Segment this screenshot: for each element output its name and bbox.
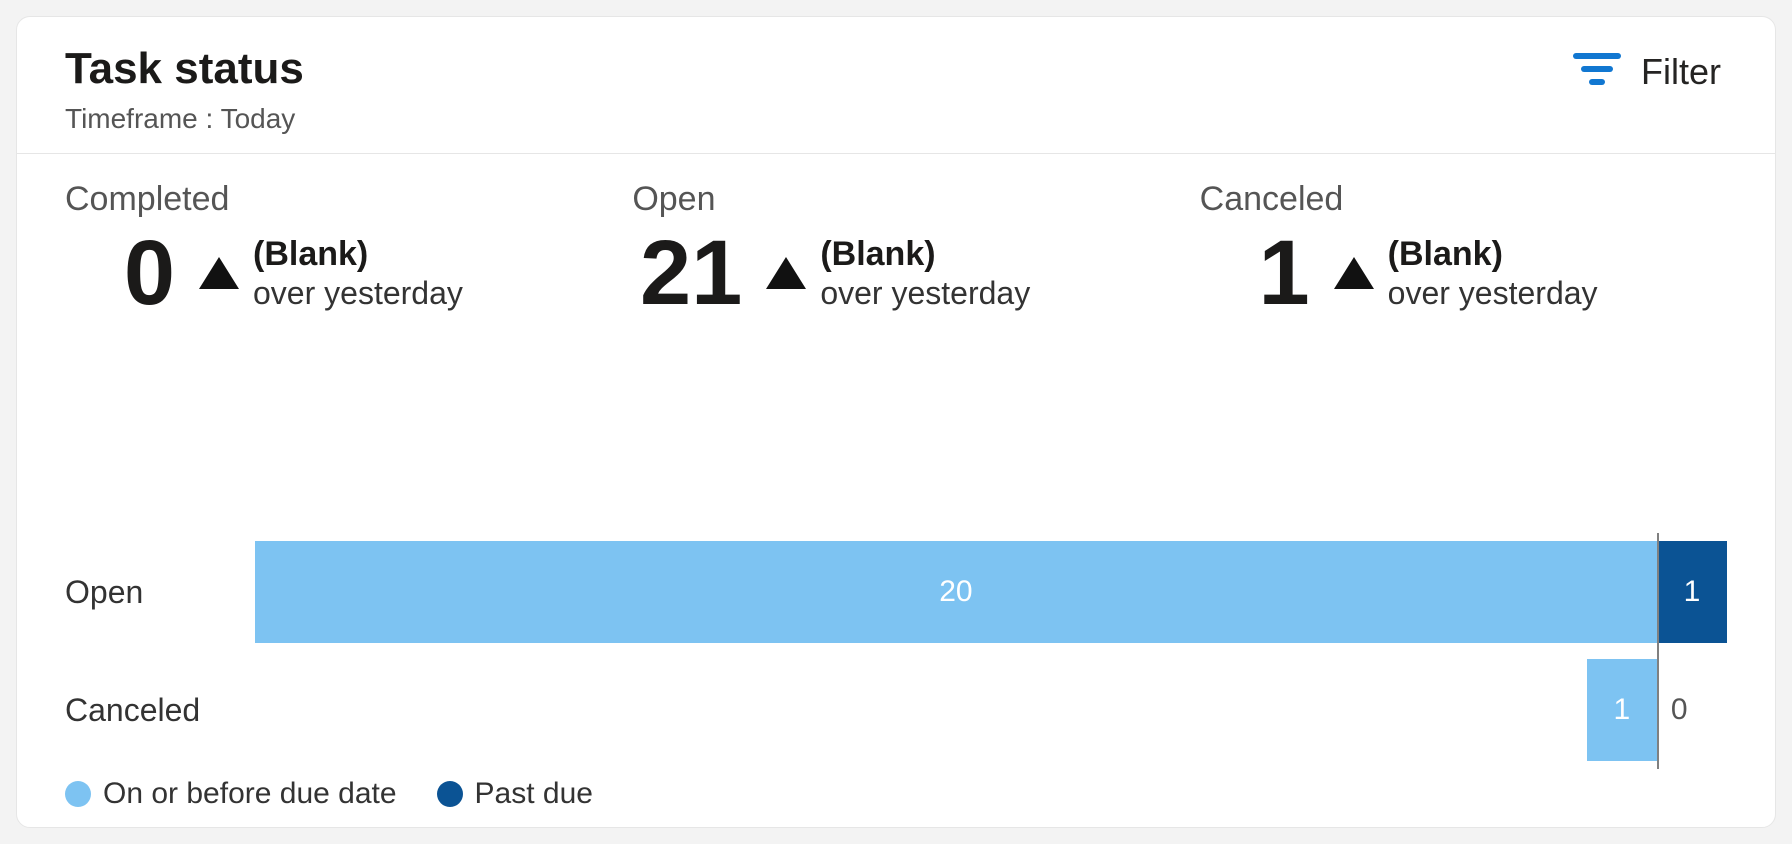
card-subtitle: Timeframe : Today — [65, 103, 304, 135]
kpi-delta: (Blank) over yesterday — [199, 235, 463, 311]
chart-axis-line — [1657, 651, 1659, 769]
bar-segment[interactable]: 20 — [255, 541, 1657, 643]
legend-label: On or before due date — [103, 777, 397, 811]
bar-segment[interactable]: 1 — [1657, 541, 1727, 643]
card-header: Task status Timeframe : Today Filter — [17, 17, 1775, 154]
card-title: Task status — [65, 45, 304, 93]
title-block: Task status Timeframe : Today — [65, 45, 304, 135]
kpi-label: Completed — [65, 180, 592, 219]
kpi-value: 0 — [65, 227, 175, 319]
filter-button[interactable]: Filter — [1565, 45, 1727, 98]
kpi-delta-value: (Blank) — [253, 235, 463, 274]
kpi-delta-value: (Blank) — [1388, 235, 1598, 274]
chart-bars: 10 — [255, 651, 1727, 769]
filter-label: Filter — [1641, 51, 1721, 93]
chart-category-label: Open — [65, 574, 255, 611]
trend-up-icon — [1334, 257, 1374, 289]
kpi-row: Completed 0 (Blank) over yesterday Open … — [17, 154, 1775, 329]
legend-label: Past due — [475, 777, 593, 811]
bar-segment[interactable]: 1 — [1587, 659, 1657, 761]
chart-category-label: Canceled — [65, 692, 255, 729]
legend-swatch — [65, 781, 91, 807]
kpi-canceled[interactable]: Canceled 1 (Blank) over yesterday — [1200, 180, 1727, 319]
kpi-completed[interactable]: Completed 0 (Blank) over yesterday — [65, 180, 592, 319]
trend-up-icon — [766, 257, 806, 289]
chart-bars: 201 — [255, 533, 1727, 651]
task-status-card: Task status Timeframe : Today Filter Com… — [16, 16, 1776, 828]
kpi-delta: (Blank) over yesterday — [1334, 235, 1598, 311]
kpi-delta-value: (Blank) — [820, 235, 1030, 274]
kpi-value: 1 — [1200, 227, 1310, 319]
kpi-label: Open — [632, 180, 1159, 219]
kpi-value: 21 — [632, 227, 742, 319]
kpi-delta-caption: over yesterday — [820, 275, 1030, 312]
chart-axis-line — [1657, 533, 1659, 651]
kpi-delta: (Blank) over yesterday — [766, 235, 1030, 311]
legend-item-on-or-before[interactable]: On or before due date — [65, 777, 397, 811]
kpi-delta-caption: over yesterday — [253, 275, 463, 312]
trend-up-icon — [199, 257, 239, 289]
kpi-label: Canceled — [1200, 180, 1727, 219]
filter-icon — [1571, 49, 1623, 94]
chart-legend: On or before due date Past due — [65, 773, 1727, 819]
bar-value-label: 0 — [1671, 693, 1688, 727]
stacked-bar-chart: Open201Canceled10 — [65, 533, 1727, 769]
chart-area: Open201Canceled10 On or before due date … — [17, 329, 1775, 827]
kpi-delta-caption: over yesterday — [1388, 275, 1598, 312]
chart-row: Open201 — [65, 533, 1727, 651]
chart-row: Canceled10 — [65, 651, 1727, 769]
legend-item-past-due[interactable]: Past due — [437, 777, 593, 811]
legend-swatch — [437, 781, 463, 807]
kpi-open[interactable]: Open 21 (Blank) over yesterday — [632, 180, 1159, 319]
